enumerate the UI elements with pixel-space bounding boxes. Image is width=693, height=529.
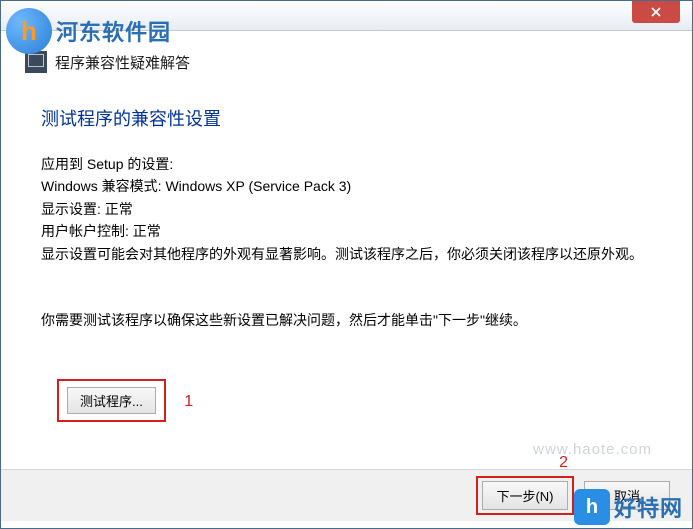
watermark-text: www.haote.com	[533, 441, 652, 458]
overlay-logo-top-left: h 河东软件园	[6, 8, 171, 54]
monitor-icon	[25, 51, 47, 73]
compat-mode-line: Windows 兼容模式: Windows XP (Service Pack 3…	[41, 175, 658, 197]
content-area: 程序兼容性疑难解答 测试程序的兼容性设置 应用到 Setup 的设置: Wind…	[1, 31, 692, 528]
hedong-logo-icon: h	[6, 8, 52, 54]
hedong-logo-text: 河东软件园	[56, 15, 171, 47]
next-button[interactable]: 下一步(N)	[482, 481, 568, 510]
troubleshooter-window: 程序兼容性疑难解答 测试程序的兼容性设置 应用到 Setup 的设置: Wind…	[0, 0, 693, 529]
next-button-highlight: 下一步(N)	[476, 476, 574, 515]
instruction-text: 你需要测试该程序以确保这些新设置已解决问题，然后才能单击"下一步"继续。	[41, 309, 658, 331]
close-icon	[650, 6, 662, 18]
annotation-1: 1	[184, 393, 193, 411]
settings-block: 应用到 Setup 的设置: Windows 兼容模式: Windows XP …	[41, 153, 658, 265]
test-button-highlight: 测试程序...	[57, 379, 166, 422]
haote-logo-text: 好特网	[614, 491, 683, 523]
uac-line: 用户帐户控制: 正常	[41, 220, 658, 242]
note-line: 显示设置可能会对其他程序的外观有显著影响。测试该程序之后，你必须关闭该程序以还原…	[41, 243, 658, 265]
wizard-header: 程序兼容性疑难解答	[25, 51, 658, 73]
section-title: 测试程序的兼容性设置	[41, 105, 658, 131]
close-button[interactable]	[632, 1, 680, 23]
wizard-title: 程序兼容性疑难解答	[55, 52, 190, 73]
display-setting-line: 显示设置: 正常	[41, 198, 658, 220]
haote-logo-icon: h	[574, 489, 610, 525]
overlay-logo-bottom-right: h 好特网	[574, 489, 683, 525]
test-program-button[interactable]: 测试程序...	[67, 387, 156, 414]
applied-to-line: 应用到 Setup 的设置:	[41, 153, 658, 175]
